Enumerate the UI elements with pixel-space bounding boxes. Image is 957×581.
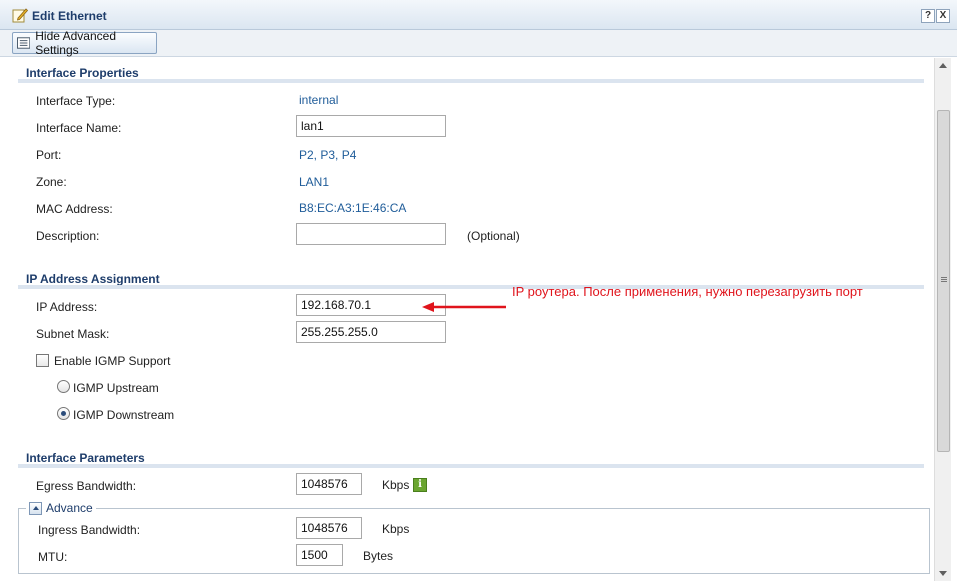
mac-address-value: B8:EC:A3:1E:46:CA	[299, 201, 407, 215]
port-value: P2, P3, P4	[299, 148, 357, 162]
igmp-upstream-label: IGMP Upstream	[73, 381, 159, 395]
description-label: Description:	[36, 229, 100, 243]
mtu-label: MTU:	[38, 550, 68, 564]
mac-address-label: MAC Address:	[36, 202, 113, 216]
advance-group	[18, 508, 930, 574]
interface-type-label: Interface Type:	[36, 94, 116, 108]
zone-label: Zone:	[36, 175, 67, 189]
egress-bandwidth-label: Egress Bandwidth:	[36, 479, 137, 493]
advance-toggle[interactable]: Advance	[26, 501, 96, 515]
ingress-bandwidth-input[interactable]	[296, 517, 362, 539]
scroll-down-arrow-icon[interactable]	[939, 571, 947, 576]
interface-name-label: Interface Name:	[36, 121, 122, 135]
annotation-arrow-icon	[422, 302, 506, 312]
description-input[interactable]	[296, 223, 446, 245]
ingress-unit: Kbps	[382, 522, 410, 536]
help-button[interactable]: ?	[921, 9, 935, 23]
scrollbar-thumb[interactable]	[937, 110, 950, 452]
enable-igmp-checkbox[interactable]	[36, 354, 49, 367]
list-settings-icon	[17, 37, 31, 49]
section-interface-parameters: Interface Parameters	[26, 451, 145, 465]
scroll-up-arrow-icon[interactable]	[939, 63, 947, 68]
info-icon[interactable]: i	[413, 478, 427, 492]
subnet-mask-input[interactable]	[296, 321, 446, 343]
hide-advanced-settings-button[interactable]: Hide Advanced Settings	[12, 29, 157, 57]
section-ip-address-assignment: IP Address Assignment	[26, 272, 160, 286]
optional-hint: (Optional)	[467, 229, 520, 243]
interface-name-input[interactable]	[296, 115, 446, 137]
igmp-upstream-radio[interactable]	[57, 380, 70, 393]
section-divider	[18, 464, 924, 468]
enable-igmp-label: Enable IGMP Support	[54, 354, 171, 368]
igmp-downstream-radio[interactable]	[57, 407, 70, 420]
interface-type-value: internal	[299, 93, 339, 107]
section-interface-properties: Interface Properties	[26, 66, 139, 80]
close-button[interactable]: X	[936, 9, 950, 23]
igmp-downstream-label: IGMP Downstream	[73, 408, 175, 422]
mtu-unit: Bytes	[363, 549, 394, 563]
grip-icon	[941, 277, 947, 278]
zone-value: LAN1	[299, 175, 330, 189]
annotation-note: IP роутера. После применения, нужно пере…	[512, 284, 863, 299]
edit-icon	[12, 8, 28, 23]
vertical-scrollbar[interactable]	[934, 58, 951, 581]
ip-address-label: IP Address:	[36, 300, 98, 314]
hide-advanced-settings-label: Hide Advanced Settings	[35, 29, 116, 57]
dialog-titlebar: Edit Ethernet ? X	[0, 0, 957, 30]
mtu-input[interactable]	[296, 544, 343, 566]
subnet-mask-label: Subnet Mask:	[36, 327, 110, 341]
dialog-title: Edit Ethernet	[32, 9, 107, 23]
form-content: Interface Properties Interface Type: int…	[0, 58, 934, 581]
advance-label: Advance	[46, 501, 93, 515]
section-divider	[18, 79, 924, 83]
ingress-bandwidth-label: Ingress Bandwidth:	[38, 523, 141, 537]
egress-bandwidth-input[interactable]	[296, 473, 362, 495]
collapse-arrow-icon	[29, 501, 42, 515]
port-label: Port:	[36, 148, 62, 162]
egress-unit: Kbps	[382, 478, 410, 492]
toolbar: Hide Advanced Settings	[0, 29, 957, 57]
